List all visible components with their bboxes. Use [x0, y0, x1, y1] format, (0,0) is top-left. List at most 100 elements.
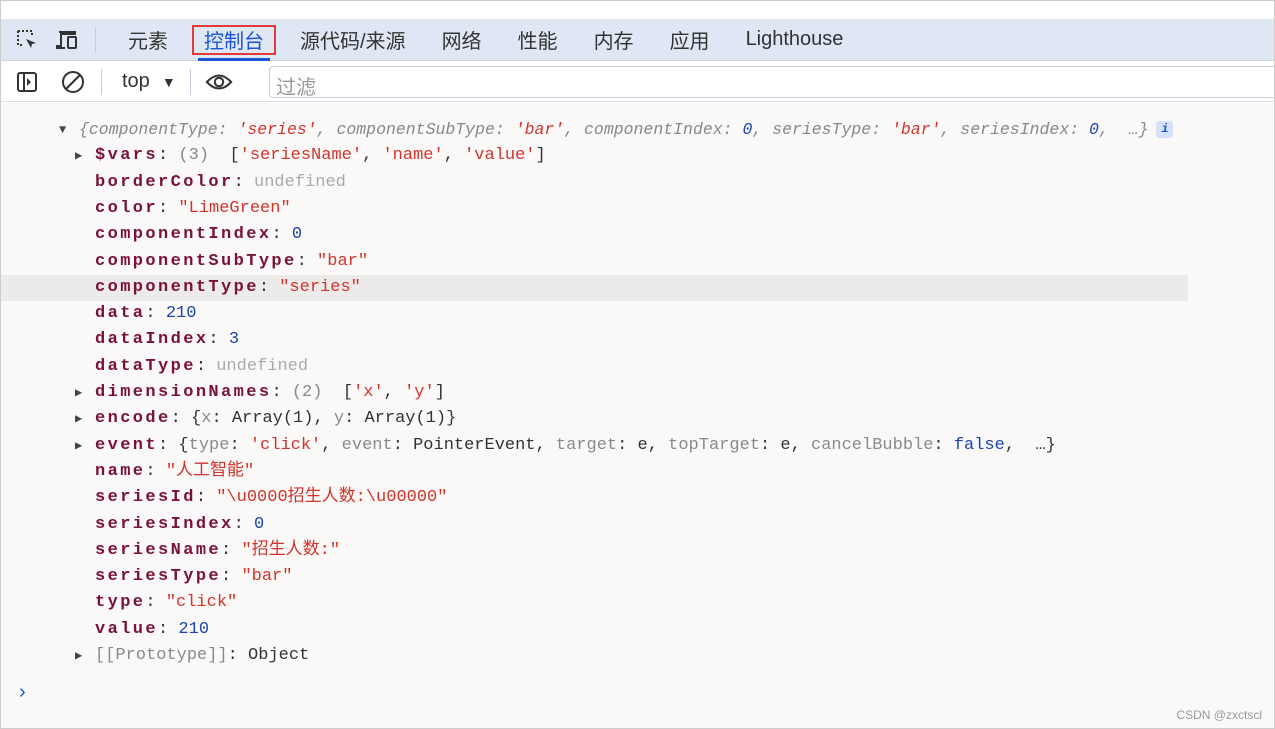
- inspect-element-icon[interactable]: [13, 26, 41, 54]
- expand-triangle-icon[interactable]: ▶: [75, 143, 82, 169]
- property-row: componentSubType: "bar": [1, 249, 1188, 275]
- token: ,: [443, 146, 465, 166]
- context-selector[interactable]: top ▼: [122, 70, 176, 93]
- token: seriesId: [95, 488, 196, 508]
- token: :: [145, 304, 166, 324]
- token: : Object: [227, 646, 310, 665]
- property-row: seriesIndex: 0: [1, 512, 1188, 538]
- devtools-tabbar: 元素 控制台 源代码/来源 网络 性能 内存 应用 Lighthouse: [1, 19, 1274, 61]
- token: componentType: [95, 277, 259, 297]
- token: :: [158, 198, 179, 218]
- device-toolbar-icon[interactable]: [53, 26, 81, 54]
- token: :: [271, 383, 292, 402]
- token: dataType: [95, 356, 196, 376]
- token: y: [333, 409, 345, 429]
- token: "bar": [241, 567, 293, 587]
- token: 'x': [353, 383, 384, 402]
- property-row[interactable]: ▶ dimensionNames: (2) ['x', 'y']: [1, 380, 1188, 406]
- token: seriesName: [95, 540, 222, 560]
- token: :: [233, 172, 255, 192]
- token: :: [221, 567, 242, 587]
- tab-4[interactable]: 性能: [500, 19, 576, 61]
- token: :: [221, 540, 242, 560]
- divider: [95, 26, 96, 53]
- token: , componentIndex:: [564, 120, 743, 139]
- filter-input[interactable]: 过滤: [269, 66, 1274, 99]
- token: seriesType: [95, 567, 222, 587]
- expand-triangle-icon[interactable]: ▶: [75, 380, 82, 406]
- token: (2): [291, 383, 343, 402]
- tab-1[interactable]: 控制台: [186, 19, 282, 61]
- token: event: [341, 435, 393, 455]
- tab-2[interactable]: 源代码/来源: [282, 19, 424, 61]
- console-output: ▼ {componentType: 'series', componentSubT…: [1, 103, 1274, 728]
- token: 'click': [249, 435, 322, 455]
- token: :: [933, 435, 954, 455]
- token: 0: [254, 514, 265, 534]
- token: dimensionNames: [95, 383, 272, 402]
- token: 'value': [464, 146, 536, 166]
- token: "series": [279, 277, 361, 297]
- token: 'name': [382, 146, 444, 166]
- token: "招生人数:": [241, 540, 341, 560]
- token: :: [158, 619, 179, 639]
- token: , seriesIndex:: [940, 120, 1090, 139]
- token: x: [201, 409, 212, 429]
- property-row[interactable]: ▶ $vars: (3) ['seriesName', 'name', 'valu…: [1, 143, 1188, 169]
- token: encode: [95, 409, 171, 429]
- expand-triangle-icon[interactable]: ▶: [75, 433, 82, 459]
- token: {componentType:: [79, 120, 238, 139]
- property-row[interactable]: ▶ encode: {x: Array(1), y: Array(1)}: [1, 406, 1188, 432]
- token: [: [342, 383, 354, 402]
- token: type: [95, 593, 146, 613]
- context-label: top: [122, 70, 150, 92]
- token: name: [95, 461, 146, 481]
- token: event: [95, 435, 159, 455]
- token: : Array(1),: [211, 409, 334, 429]
- expand-triangle-icon[interactable]: ▶: [75, 643, 82, 669]
- token: ,: [321, 435, 342, 455]
- token: 'series': [237, 120, 317, 139]
- expand-triangle-icon[interactable]: ▶: [75, 406, 82, 432]
- divider: [101, 68, 102, 95]
- clear-console-icon[interactable]: [59, 68, 87, 96]
- tab-7[interactable]: Lighthouse: [728, 19, 862, 61]
- token: :: [170, 409, 192, 429]
- object-summary[interactable]: ▼ {componentType: 'series', componentSubT…: [1, 117, 1188, 143]
- token: 'seriesName': [239, 146, 363, 166]
- token: data: [95, 304, 146, 324]
- token: target: [555, 435, 618, 455]
- property-row: seriesName: "招生人数:": [1, 538, 1188, 564]
- dropdown-arrow-icon: ▼: [161, 73, 176, 90]
- sidebar-toggle-icon[interactable]: [13, 68, 41, 96]
- token: ,: [383, 383, 405, 402]
- token: color: [95, 198, 159, 218]
- token: borderColor: [95, 172, 234, 192]
- token: (3): [178, 146, 230, 166]
- property-row: seriesId: "\u0000招生人数:\u00000": [1, 485, 1188, 511]
- token: :: [271, 225, 292, 245]
- token: , …}: [1098, 120, 1149, 139]
- token: ]: [434, 383, 445, 402]
- property-row[interactable]: ▶ [[Prototype]]: Object: [1, 643, 1188, 669]
- console-prompt[interactable]: ›: [19, 681, 26, 704]
- tab-0[interactable]: 元素: [110, 19, 186, 61]
- token: :: [158, 146, 179, 166]
- token: type: [188, 435, 230, 455]
- tab-6[interactable]: 应用: [652, 19, 728, 61]
- live-expression-eye-icon[interactable]: [205, 68, 233, 96]
- token: cancelBubble: [811, 435, 934, 455]
- property-row: dataIndex: 3: [1, 327, 1188, 353]
- token: , componentSubType:: [316, 120, 515, 139]
- token: undefined: [254, 172, 346, 192]
- expand-triangle-open-icon[interactable]: ▼: [59, 117, 66, 143]
- property-row[interactable]: ▶ event: {type: 'click', event: PointerEv…: [1, 433, 1188, 459]
- info-icon[interactable]: i: [1156, 121, 1174, 139]
- tab-5[interactable]: 内存: [576, 19, 652, 61]
- token: componentIndex: [95, 225, 272, 245]
- token: : e,: [617, 435, 669, 455]
- property-row: seriesType: "bar": [1, 564, 1188, 590]
- tab-3[interactable]: 网络: [424, 19, 500, 61]
- token: : PointerEvent,: [392, 435, 556, 455]
- token: "人工智能": [165, 461, 255, 481]
